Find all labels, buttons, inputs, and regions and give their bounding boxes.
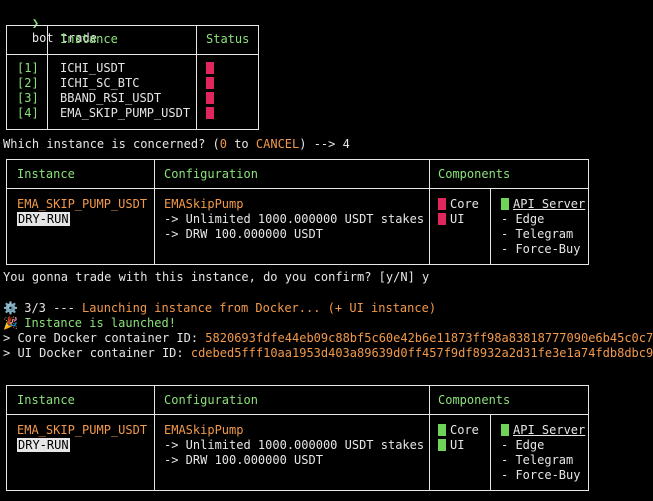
header-instance: Instance [60,32,118,46]
launched-line: 🎉 Instance is launched! [3,316,176,331]
ui-status-icon [438,213,446,225]
feature-api-server: API Server [501,423,585,438]
api-status-icon [501,198,509,210]
instance-question: Which instance is concerned? (0 to CANCE… [3,137,350,152]
feature-edge: - Edge [501,438,545,452]
strategy-name: EMASkipPump [164,197,244,211]
party-popper-icon: 🎉 [3,316,18,330]
question-answer: ) --> 4 [299,137,350,151]
detail-instance-name: EMA_SKIP_PUMP_USDT [17,423,148,437]
header-components: Components [438,393,511,407]
row-instance-name: ICHI_USDT [60,61,126,75]
instance-detail-table-before: Instance Configuration Components EMA_SK… [6,159,589,265]
api-status-icon [501,424,509,436]
status-indicator [206,76,218,91]
feature-edge: - Edge [501,212,545,226]
row-index: [3] [17,91,39,105]
component-ui: UI [438,438,464,453]
row-index: [4] [17,106,39,120]
core-container-label: > Core Docker container ID: [3,331,206,345]
ui-container-label: > UI Docker container ID: [3,346,191,360]
ui-status-icon [438,439,446,451]
status-indicator [206,91,218,106]
question-zero: 0 [219,137,227,151]
status-indicator [206,61,218,76]
core-status-icon [438,424,446,436]
row-instance-name: BBAND_RSI_USDT [60,91,162,105]
header-instance: Instance [17,167,75,181]
dry-run-badge: DRY-RUN [17,212,70,226]
core-container-id: 5820693fdfe44eb09c88bf5c60e42b6e11873ff9… [205,331,653,345]
row-index: [1] [17,61,39,75]
feature-force-buy: - Force-Buy [501,242,581,256]
ui-container-id: cdebed5fff10aa1953d403a89639d0ff457f9df8… [190,346,653,360]
question-text: Which instance is concerned? ( [3,137,220,151]
feature-api-server: API Server [501,197,585,212]
core-status-icon [438,198,446,210]
launched-message: Instance is launched! [24,316,176,330]
header-instance: Instance [17,393,75,407]
launch-message: Launching instance from Docker... (+ UI … [82,301,437,315]
launch-step-line: ⚙️ 3/3 --- Launching instance from Docke… [3,301,436,316]
core-container-line: > Core Docker container ID: 5820693fdfe4… [3,331,653,346]
row-instance-name: EMA_SKIP_PUMP_USDT [60,106,191,120]
gear-icon: ⚙️ [3,301,18,315]
component-core: Core [438,197,479,212]
feature-telegram: - Telegram [501,227,574,241]
drw-info: -> DRW 100.000000 USDT [164,227,323,241]
row-index: [2] [17,76,39,90]
confirm-line: You gonna trade with this instance, do y… [3,270,430,284]
component-ui: UI [438,212,464,227]
component-core: Core [438,423,479,438]
feature-telegram: - Telegram [501,453,574,467]
drw-info: -> DRW 100.000000 USDT [164,453,323,467]
dry-run-badge: DRY-RUN [17,438,70,452]
status-indicator [206,106,218,121]
stakes-info: -> Unlimited 1000.000000 USDT stakes [164,438,425,452]
header-configuration: Configuration [164,167,258,181]
header-status: Status [206,32,250,46]
feature-force-buy: - Force-Buy [501,468,581,482]
question-cancel: CANCEL [255,137,300,151]
instance-list-table: Instance Status [1] ICHI_USDT [2] ICHI_S… [6,25,259,130]
command-line: ❯ bot trade [3,1,97,45]
instance-detail-table-after: Instance Configuration Components EMA_SK… [6,385,589,491]
header-components: Components [438,167,511,181]
terminal-window: ❯ bot trade Instance Status [1] ICHI_USD… [0,0,653,501]
question-to: to [226,137,256,151]
ui-container-line: > UI Docker container ID: cdebed5fff10aa… [3,346,653,361]
header-configuration: Configuration [164,393,258,407]
row-instance-name: ICHI_SC_BTC [60,76,140,90]
strategy-name: EMASkipPump [164,423,244,437]
launch-step: 3/3 --- [24,301,83,315]
stakes-info: -> Unlimited 1000.000000 USDT stakes [164,212,425,226]
detail-instance-name: EMA_SKIP_PUMP_USDT [17,197,148,211]
